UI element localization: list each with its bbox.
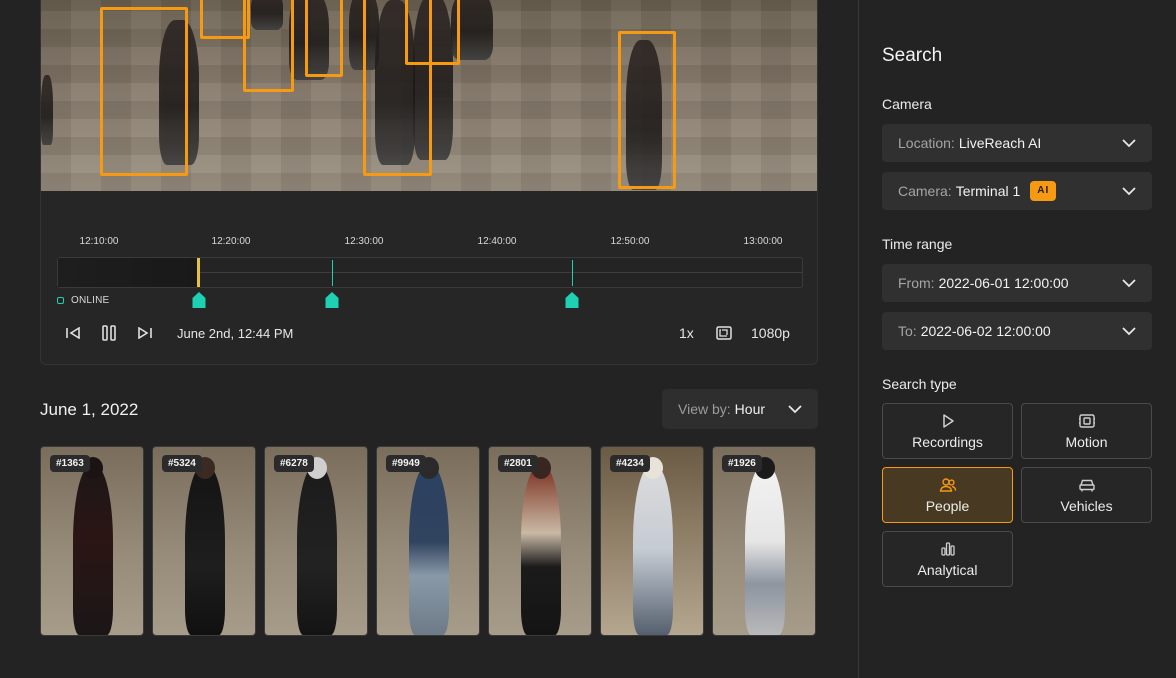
video-frame[interactable]: [41, 0, 817, 191]
event-marker-line: [572, 260, 573, 286]
play-icon: [942, 413, 954, 428]
motion-sensor-icon: [1078, 413, 1095, 428]
people-icon: [939, 477, 956, 492]
search-type-label-vehicles: Vehicles: [1060, 497, 1113, 514]
status-dot-icon: [57, 297, 64, 304]
playhead[interactable]: [197, 258, 200, 287]
fast-forward-button[interactable]: [135, 320, 155, 346]
current-playback-time: June 2nd, 12:44 PM: [177, 326, 294, 341]
timeline-tick: 12:20:00: [211, 236, 251, 247]
location-select-value: LiveReach AI: [958, 135, 1042, 151]
timeline-labels: 12:10:00 12:20:00 12:30:00 12:40:00 12:5…: [41, 236, 817, 248]
detection-thumbnail[interactable]: #1363: [40, 446, 144, 636]
detection-id-badge: #5324: [162, 455, 202, 472]
pause-button[interactable]: [98, 320, 120, 346]
view-by-value: Hour: [734, 401, 766, 417]
results-date-heading: June 1, 2022: [40, 400, 139, 419]
playback-controls: June 2nd, 12:44 PM 1x 1080p: [41, 320, 817, 346]
search-type-label-analytical: Analytical: [917, 561, 978, 578]
detection-thumbnail[interactable]: #5324: [152, 446, 256, 636]
detection-id-badge: #6278: [274, 455, 314, 472]
ai-badge: AI: [1030, 181, 1057, 201]
detection-id-badge: #2801: [498, 455, 538, 472]
view-by-label: View by:: [678, 401, 731, 417]
timeline-track[interactable]: [57, 257, 803, 288]
event-pin-icon[interactable]: [192, 292, 206, 308]
playback-speed-button[interactable]: 1x: [679, 325, 694, 341]
camera-section-label: Camera: [882, 96, 932, 112]
search-type-analytical[interactable]: Analytical: [882, 531, 1013, 587]
location-select-label: Location:: [898, 135, 955, 151]
search-type-recordings[interactable]: Recordings: [882, 403, 1013, 459]
fullscreen-button[interactable]: [715, 320, 733, 346]
camera-select[interactable]: Camera: Terminal 1 AI: [882, 172, 1152, 210]
search-type-label: Search type: [882, 376, 957, 392]
detection-box: [100, 7, 188, 176]
event-pin-icon[interactable]: [325, 292, 339, 308]
search-type-label-motion: Motion: [1065, 433, 1108, 450]
search-type-label-recordings: Recordings: [912, 433, 983, 450]
location-select[interactable]: Location: LiveReach AI: [882, 124, 1152, 162]
from-date-value: 2022-06-01 12:00:00: [938, 275, 1069, 291]
event-pin-icon[interactable]: [565, 292, 579, 308]
timeline-tick: 12:30:00: [344, 236, 384, 247]
search-sidebar: Search Camera Location: LiveReach AI Cam…: [882, 0, 1152, 678]
to-date-label: To:: [898, 323, 917, 339]
detection-box: [405, 0, 460, 65]
fullscreen-icon: [716, 326, 732, 340]
to-date-select[interactable]: To: 2022-06-02 12:00:00: [882, 312, 1152, 350]
camera-select-value: Terminal 1: [955, 183, 1021, 199]
to-date-value: 2022-06-02 12:00:00: [920, 323, 1051, 339]
chevron-down-icon: [1122, 327, 1136, 336]
search-type-vehicles[interactable]: Vehicles: [1021, 467, 1152, 523]
rewind-icon: [66, 327, 80, 339]
detection-id-badge: #9949: [386, 455, 426, 472]
event-marker-line: [332, 260, 333, 286]
timeline-tick: 13:00:00: [743, 236, 783, 247]
view-by-dropdown[interactable]: View by: Hour: [662, 389, 818, 429]
search-type-motion[interactable]: Motion: [1021, 403, 1152, 459]
timeline-tick: 12:50:00: [610, 236, 650, 247]
detection-thumbnail[interactable]: #4234: [600, 446, 704, 636]
from-date-select[interactable]: From: 2022-06-01 12:00:00: [882, 264, 1152, 302]
online-status: ONLINE: [57, 295, 109, 306]
bar-chart-icon: [940, 541, 955, 556]
detection-id-badge: #4234: [610, 455, 650, 472]
sidebar-divider: [858, 0, 859, 678]
detection-thumbnail[interactable]: #2801: [488, 446, 592, 636]
rewind-button[interactable]: [63, 320, 83, 346]
fast-forward-icon: [138, 327, 152, 339]
quality-button[interactable]: 1080p: [751, 325, 790, 341]
sidebar-title: Search: [882, 45, 943, 66]
online-label: ONLINE: [71, 295, 110, 306]
detection-id-badge: #1926: [722, 455, 762, 472]
from-date-label: From:: [898, 275, 935, 291]
detection-thumbnail[interactable]: #9949: [376, 446, 480, 636]
camera-select-label: Camera:: [898, 183, 952, 199]
pause-icon: [102, 325, 116, 341]
car-icon: [1078, 479, 1095, 491]
chevron-down-icon: [1122, 279, 1136, 288]
chevron-down-icon: [788, 405, 802, 414]
detection-thumbnail[interactable]: #1926: [712, 446, 816, 636]
detection-id-badge: #1363: [50, 455, 90, 472]
detection-box: [243, 0, 294, 92]
search-type-people[interactable]: People: [882, 467, 1013, 523]
video-player: 12:10:00 12:20:00 12:30:00 12:40:00 12:5…: [40, 0, 818, 365]
chevron-down-icon: [1122, 139, 1136, 148]
detection-box: [618, 31, 676, 189]
timeline-tick: 12:40:00: [477, 236, 517, 247]
chevron-down-icon: [1122, 187, 1136, 196]
time-range-label: Time range: [882, 236, 953, 252]
search-type-label-people: People: [925, 497, 970, 514]
detection-thumbnail[interactable]: #6278: [264, 446, 368, 636]
detection-thumbnails: #1363 #5324 #6278 #9949 #2801 #4234 #192…: [40, 446, 818, 636]
detection-box: [305, 0, 343, 77]
timeline-tick: 12:10:00: [79, 236, 119, 247]
